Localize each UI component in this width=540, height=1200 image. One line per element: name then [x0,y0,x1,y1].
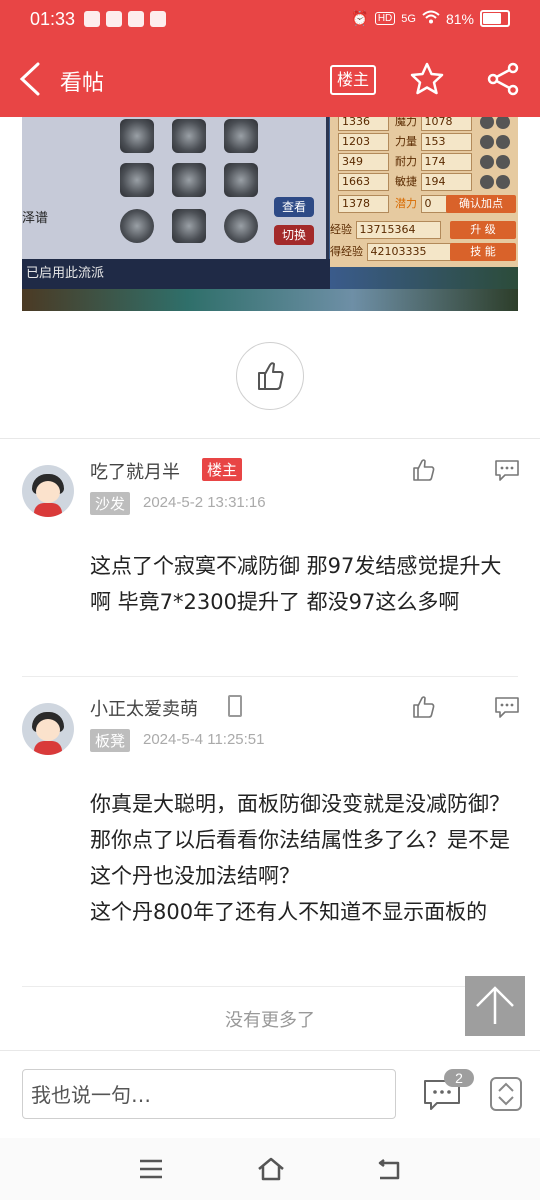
comment-count-badge: 2 [444,1069,474,1087]
skill-icon [224,163,258,197]
op-badge: 楼主 [202,458,243,481]
only-op-button[interactable]: 楼主 [330,65,376,95]
switch-game-button: 切换 [274,225,314,245]
avatar[interactable] [22,703,74,755]
reply-bar: 我也说一句… 2 [0,1050,540,1139]
chevron-up-down-icon [498,1082,514,1106]
divider [0,438,540,439]
alarm-icon: ⏰ [351,10,369,26]
favorite-button[interactable] [410,62,444,96]
stat-row: 1663 敏捷 194 [338,173,510,193]
comment-line: 你真是大聪明，面板防御没变就是没减防御？那你点了以后看看你法结属性多了么？是不是… [90,792,510,888]
panel-label: 泽谱 [22,211,49,226]
exp-row: 经验 13715364 [330,221,447,241]
thumbs-up-icon [413,459,435,481]
no-more-text: 没有更多了 [225,1010,315,1031]
nav-bar: 看帖 楼主 [0,40,540,117]
app-notification-icon [84,11,100,27]
confirm-points-game-button: 确认加点 [446,195,516,213]
skill-panel: 泽谱 查看 切换 已启用此流派 [22,117,330,289]
skill-icon [172,209,206,243]
app-notification-icon [128,11,144,27]
comment-like-button[interactable] [412,458,436,482]
comment-time: 2024-5-4 11:25:51 [143,731,265,748]
menu-icon[interactable] [138,1158,164,1180]
comment-content: 你真是大聪明，面板防御没变就是没减防御？那你点了以后看看你法结属性多了么？是不是… [90,786,520,930]
skill-icon [120,119,154,153]
comment-line: 这个丹800年了还有人不知道不显示面板的 [90,900,488,924]
wifi-icon [422,10,440,27]
page-scroll-toggle[interactable] [490,1077,522,1111]
game-scene-strip [22,289,518,311]
battery-percent: 81% [445,10,474,27]
skills-game-button: 技 能 [450,243,516,261]
floor-badge: 沙发 [90,492,131,515]
skill-icon [120,209,154,243]
home-icon[interactable] [256,1156,286,1182]
page-title: 看帖 [60,71,105,96]
back-to-top-button[interactable] [465,976,525,1036]
status-time: 01:33 [30,9,76,29]
arrow-up-icon [476,986,514,1024]
attribute-panel: 1336 魔力 1078 1203 力量 153 349 耐力 174 1663 敏捷 … [330,117,518,267]
post-image[interactable]: 泽谱 查看 切换 已启用此流派 1336 魔力 1078 1203 力量 153 3… [22,117,518,311]
comment-like-button[interactable] [412,695,436,719]
mobile-device-icon [228,695,242,717]
hd-icon: HD [374,12,396,25]
skill-icon [224,209,258,243]
back-nav-icon[interactable] [376,1158,404,1182]
exp-row: 得经验 42103335 [330,243,458,263]
skill-icon [224,119,258,153]
share-button[interactable] [486,62,520,96]
share-icon [487,62,519,96]
avatar[interactable] [22,465,74,517]
notification-icons [84,11,166,27]
skill-icon [120,163,154,197]
system-icons: ⏰ HD 5G 81% [351,10,510,27]
skill-icon [172,163,206,197]
back-arrow-icon [19,62,40,96]
divider [22,986,518,987]
star-icon [410,62,444,95]
thumbs-up-icon [258,362,284,390]
view-game-button: 查看 [274,197,314,217]
upgrade-game-button: 升 级 [450,221,516,239]
skill-icon [172,119,206,153]
like-post-button[interactable] [236,342,304,410]
reply-input[interactable]: 我也说一句… [22,1069,396,1119]
signal-5g-icon: 5G [401,12,416,25]
system-nav-bar [0,1138,540,1200]
comment-icon [495,697,519,718]
alipay-icon [106,11,122,27]
app-notification-icon [150,11,166,27]
comment-username[interactable]: 小正太爱卖萌 [90,695,198,721]
stat-row: 1336 魔力 1078 [338,117,510,133]
comment-time: 2024-5-2 13:31:16 [143,494,266,511]
comment-icon [495,460,519,481]
comment-reply-button[interactable] [494,458,520,482]
stat-row: 1378 潜力 0 [338,195,462,215]
divider [22,676,518,677]
enabled-status: 已启用此流派 [22,259,330,289]
back-button[interactable] [18,62,46,96]
battery-icon [480,10,510,27]
stat-row: 1203 力量 153 [338,133,510,153]
comment-content: 这点了个寂寞不减防御 那97发结感觉提升大 啊 毕竟7*2300提升了 都没97… [90,554,502,614]
status-bar: 01:33 ⏰ HD 5G 81% [0,0,540,40]
comment-reply-button[interactable] [494,695,520,719]
thumbs-up-icon [413,696,435,718]
floor-badge: 板凳 [90,729,131,752]
comment-username[interactable]: 吃了就月半 [90,458,180,484]
stat-row: 349 耐力 174 [338,153,510,173]
